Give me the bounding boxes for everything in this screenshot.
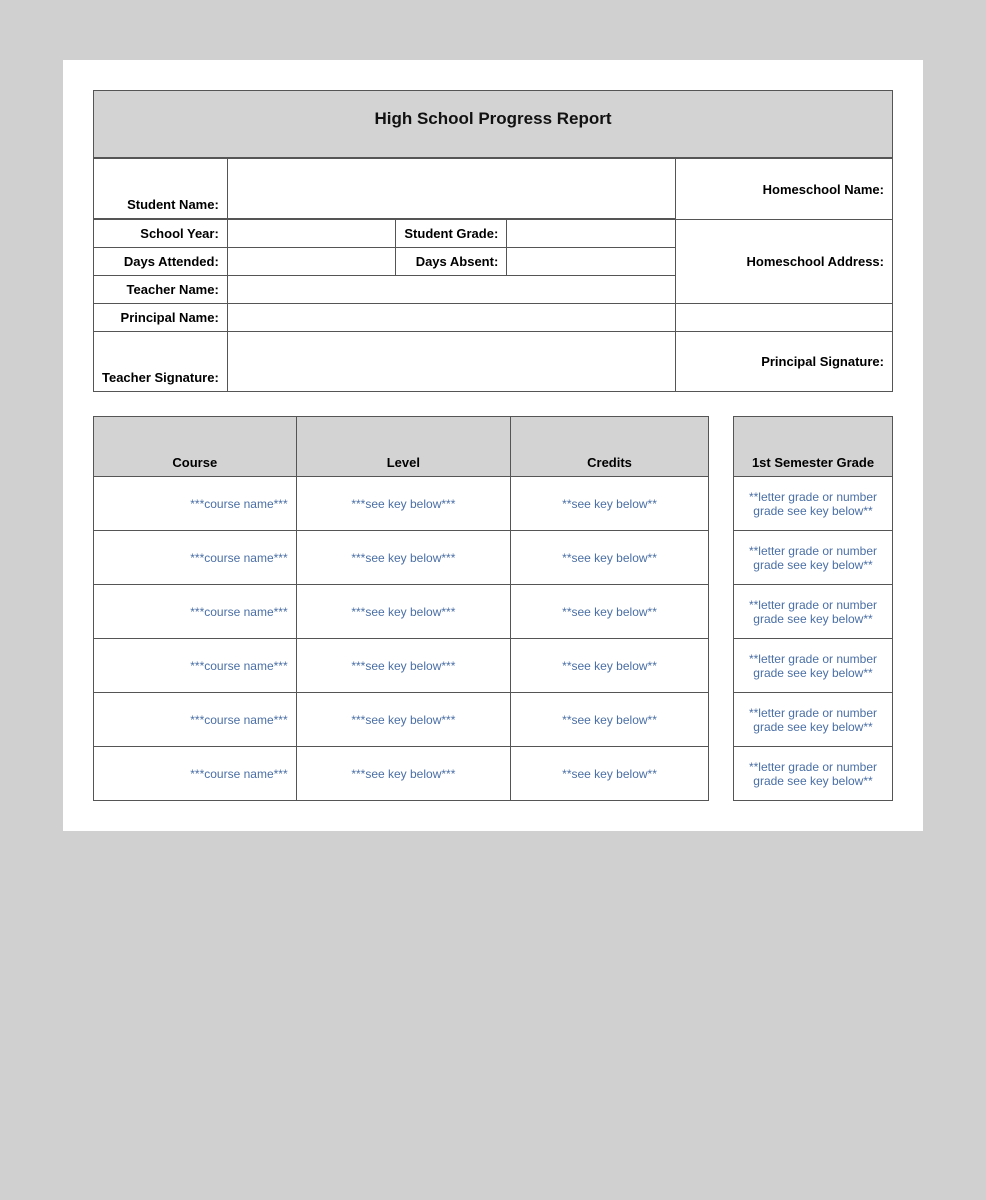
bottom-section: Course Level Credits ***course name*****… (93, 416, 893, 801)
grade-col-header: 1st Semester Grade (734, 417, 893, 477)
credits-cell-0: **see key below** (511, 477, 709, 531)
homeschool-name-label: Homeschool Name: (675, 159, 892, 220)
teacher-signature-label: Teacher Signature: (94, 332, 228, 392)
grade-cell-0: **letter grade or number grade see key b… (734, 477, 893, 531)
grade-table: 1st Semester Grade **letter grade or num… (733, 416, 893, 801)
level-cell-4: ***see key below*** (296, 693, 510, 747)
teacher-name-value (227, 276, 675, 304)
days-attended-label: Days Attended: (94, 248, 228, 276)
student-grade-label: Student Grade: (396, 220, 507, 248)
days-attended-value (227, 248, 396, 276)
student-grade-value (507, 220, 676, 248)
grade-cell-3: **letter grade or number grade see key b… (734, 639, 893, 693)
grade-table-row: **letter grade or number grade see key b… (734, 693, 893, 747)
course-table-row: ***course name******see key below*****se… (94, 693, 709, 747)
credits-cell-4: **see key below** (511, 693, 709, 747)
level-col-header: Level (296, 417, 510, 477)
grade-table-row: **letter grade or number grade see key b… (734, 585, 893, 639)
course-cell-5: ***course name*** (94, 747, 297, 801)
grade-table-header-row: 1st Semester Grade (734, 417, 893, 477)
level-cell-0: ***see key below*** (296, 477, 510, 531)
grade-cell-1: **letter grade or number grade see key b… (734, 531, 893, 585)
homeschool-address-label: Homeschool Address: (675, 220, 892, 304)
report-title: High School Progress Report (374, 109, 611, 128)
course-table-row: ***course name******see key below*****se… (94, 585, 709, 639)
days-absent-value (507, 248, 676, 276)
course-table: Course Level Credits ***course name*****… (93, 416, 709, 801)
school-year-label: School Year: (94, 220, 228, 248)
credits-cell-2: **see key below** (511, 585, 709, 639)
course-cell-1: ***course name*** (94, 531, 297, 585)
school-year-value (227, 220, 396, 248)
course-table-row: ***course name******see key below*****se… (94, 531, 709, 585)
course-table-header-row: Course Level Credits (94, 417, 709, 477)
course-col-header: Course (94, 417, 297, 477)
grade-table-row: **letter grade or number grade see key b… (734, 747, 893, 801)
credits-col-header: Credits (511, 417, 709, 477)
principal-signature-label: Principal Signature: (675, 332, 892, 392)
grade-table-row: **letter grade or number grade see key b… (734, 477, 893, 531)
course-table-row: ***course name******see key below*****se… (94, 747, 709, 801)
course-cell-4: ***course name*** (94, 693, 297, 747)
level-cell-1: ***see key below*** (296, 531, 510, 585)
student-name-value (227, 159, 675, 219)
info-table: Student Name: Homeschool Name: School Ye… (93, 158, 893, 392)
teacher-name-label: Teacher Name: (94, 276, 228, 304)
credits-cell-3: **see key below** (511, 639, 709, 693)
level-cell-2: ***see key below*** (296, 585, 510, 639)
teacher-signature-value (227, 332, 675, 392)
days-absent-label: Days Absent: (396, 248, 507, 276)
grade-cell-5: **letter grade or number grade see key b… (734, 747, 893, 801)
credits-cell-5: **see key below** (511, 747, 709, 801)
report-title-row: High School Progress Report (93, 90, 893, 158)
principal-name-value (227, 304, 675, 332)
student-name-label: Student Name: (94, 159, 228, 219)
level-cell-3: ***see key below*** (296, 639, 510, 693)
course-table-row: ***course name******see key below*****se… (94, 477, 709, 531)
principal-name-label: Principal Name: (94, 304, 228, 332)
level-cell-5: ***see key below*** (296, 747, 510, 801)
grade-table-row: **letter grade or number grade see key b… (734, 531, 893, 585)
grade-cell-2: **letter grade or number grade see key b… (734, 585, 893, 639)
course-cell-3: ***course name*** (94, 639, 297, 693)
grade-cell-4: **letter grade or number grade see key b… (734, 693, 893, 747)
course-cell-0: ***course name*** (94, 477, 297, 531)
grade-table-row: **letter grade or number grade see key b… (734, 639, 893, 693)
credits-cell-1: **see key below** (511, 531, 709, 585)
page: High School Progress Report Student Name… (63, 60, 923, 831)
course-table-row: ***course name******see key below*****se… (94, 639, 709, 693)
course-cell-2: ***course name*** (94, 585, 297, 639)
